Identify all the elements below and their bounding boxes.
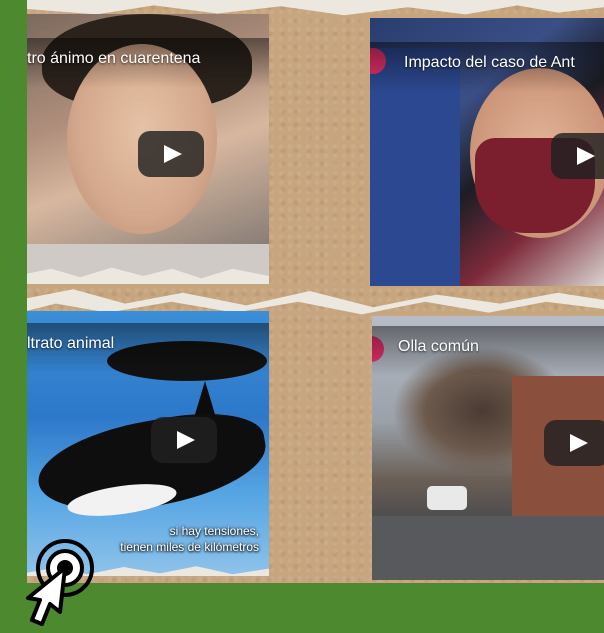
video-title[interactable]: ltrato animal [27,323,269,373]
thumbnail-road [372,516,604,580]
video-caption: si hay tensiones, tienen miles de kilóme… [120,523,259,555]
play-icon[interactable] [138,131,204,177]
caption-line: si hay tensiones, [169,524,259,538]
caption-line: tienen miles de kilómetros [120,540,259,554]
video-card-olla[interactable]: Olla común [372,316,604,580]
video-title[interactable]: Olla común [372,326,604,376]
video-card-animo[interactable]: tro ánimo en cuarentena [27,14,269,284]
video-title[interactable]: Impacto del caso de Ant [370,42,604,92]
play-icon[interactable] [551,133,604,179]
click-cursor-icon [10,538,100,628]
video-card-maltrato[interactable]: ltrato animal si hay tensiones, tienen m… [27,311,269,576]
video-title[interactable]: tro ánimo en cuarentena [27,38,269,88]
play-icon[interactable] [544,420,604,466]
video-card-impacto[interactable]: Impacto del caso de Ant [370,18,604,286]
thumbnail-car [427,486,467,510]
play-icon[interactable] [151,417,217,463]
